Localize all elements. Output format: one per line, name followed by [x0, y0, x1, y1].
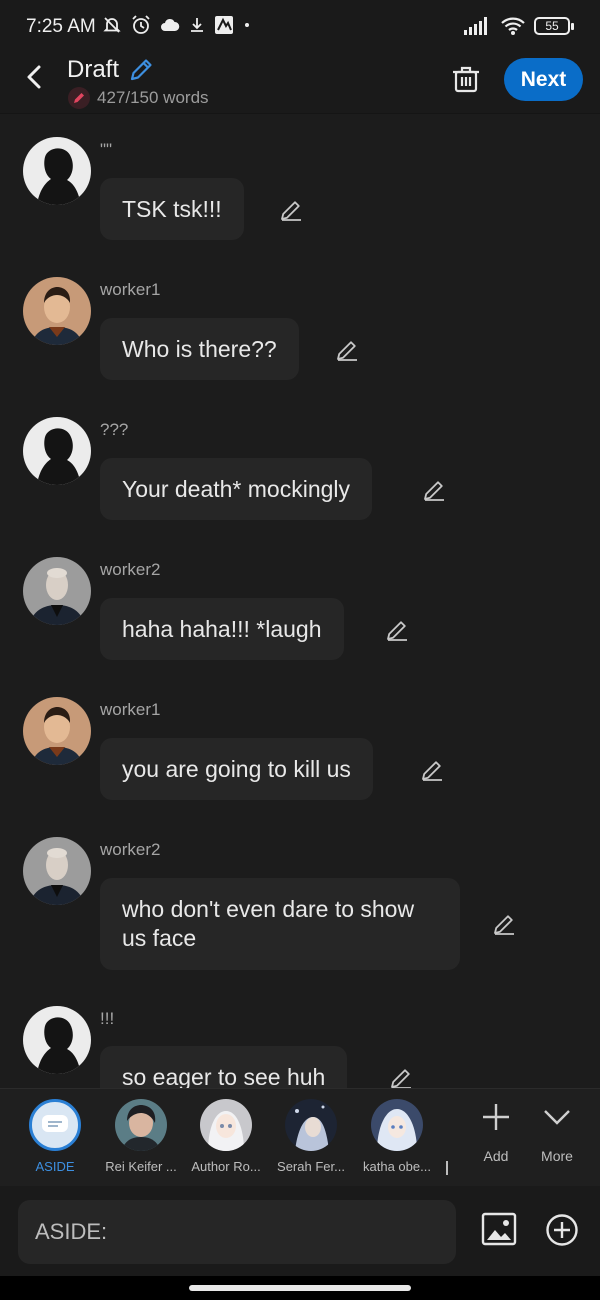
alarm-icon — [132, 15, 150, 34]
add-persona-button[interactable]: Add — [466, 1101, 526, 1164]
next-button[interactable]: Next — [504, 58, 583, 101]
word-count: 427/150 words — [97, 88, 209, 107]
persona-label: Author Ro... — [191, 1159, 261, 1174]
plus-icon — [483, 1104, 509, 1130]
message-author: "" — [100, 140, 113, 159]
persona-avatar — [200, 1099, 252, 1151]
download-icon — [191, 18, 203, 32]
mute-bell-icon — [103, 17, 121, 33]
persona-serah[interactable]: Serah Fer... — [268, 1099, 354, 1174]
add-circle-icon[interactable] — [545, 1213, 579, 1247]
dot-icon — [245, 23, 249, 27]
signal-icon — [464, 17, 487, 35]
composer-box — [18, 1200, 456, 1264]
avatar-worker2[interactable] — [23, 837, 91, 905]
persona-katha[interactable]: katha obe... — [354, 1099, 440, 1174]
wifi-icon — [501, 17, 525, 35]
app-header: Draft 427/150 words Next — [0, 52, 600, 114]
chevron-down-icon — [544, 1110, 570, 1125]
message-bubble[interactable]: haha haha!!! *laugh — [100, 598, 344, 660]
status-time: 7:25 AM — [26, 16, 96, 37]
trash-icon[interactable] — [452, 64, 480, 94]
message-bubble[interactable]: Your death* mockingly — [100, 458, 373, 520]
persona-label: ASIDE — [35, 1159, 75, 1174]
cloud-icon — [161, 18, 180, 31]
edit-message-icon[interactable] — [420, 758, 444, 782]
edit-message-icon[interactable] — [335, 338, 359, 362]
composer-area — [0, 1186, 600, 1276]
persona-avatar — [285, 1099, 337, 1151]
avatar-silhouette[interactable] — [23, 1006, 91, 1074]
word-count-row: 427/150 words — [67, 86, 209, 110]
avatar-worker1[interactable] — [23, 697, 91, 765]
app-notification-icon — [215, 16, 233, 34]
edit-message-icon[interactable] — [279, 198, 303, 222]
home-indicator[interactable] — [189, 1285, 411, 1291]
message-input[interactable] — [18, 1200, 456, 1264]
page-title: Draft — [67, 56, 120, 83]
add-label: Add — [483, 1148, 509, 1164]
persona-avatar — [371, 1099, 423, 1151]
edit-message-icon[interactable] — [385, 618, 409, 642]
more-personas-hint — [446, 1161, 448, 1175]
avatar-silhouette[interactable] — [23, 137, 91, 205]
status-bar: 7:25 AM 55 — [0, 0, 600, 52]
message-list[interactable]: "" TSK tsk!!! worker1 Who is there?? ???… — [0, 114, 600, 1088]
battery-icon: 55 — [534, 17, 574, 35]
avatar-silhouette[interactable] — [23, 417, 91, 485]
persona-label: Serah Fer... — [277, 1159, 345, 1174]
avatar-worker2[interactable] — [23, 557, 91, 625]
persona-bar: ASIDE Rei Keifer ... Author Ro... Serah … — [0, 1088, 600, 1186]
persona-label: Rei Keifer ... — [105, 1159, 177, 1174]
message-author: worker2 — [100, 840, 161, 859]
pencil-icon[interactable] — [127, 56, 155, 84]
edit-message-icon[interactable] — [492, 912, 516, 936]
persona-author[interactable]: Author Ro... — [183, 1099, 269, 1174]
back-arrow-icon[interactable] — [20, 62, 48, 92]
more-button[interactable]: More — [527, 1101, 587, 1164]
message-author: !!! — [100, 1009, 115, 1028]
system-nav-bar — [0, 1276, 600, 1300]
image-icon[interactable] — [481, 1212, 517, 1246]
avatar-worker1[interactable] — [23, 277, 91, 345]
persona-rei[interactable]: Rei Keifer ... — [98, 1099, 184, 1174]
message-author: worker1 — [100, 700, 161, 719]
edit-message-icon[interactable] — [422, 478, 446, 502]
more-label: More — [541, 1148, 573, 1164]
red-pencil-icon — [68, 87, 90, 109]
persona-avatar — [115, 1099, 167, 1151]
message-bubble[interactable]: you are going to kill us — [100, 738, 373, 800]
message-bubble[interactable]: TSK tsk!!! — [100, 178, 244, 240]
edit-message-icon[interactable] — [389, 1066, 413, 1088]
persona-aside[interactable]: ASIDE — [12, 1099, 98, 1174]
message-bubble[interactable]: Who is there?? — [100, 318, 299, 380]
message-bubble[interactable]: so eager to see huh — [100, 1046, 348, 1088]
message-bubble[interactable]: who don't even dare to show us face — [100, 878, 460, 970]
battery-level: 55 — [545, 19, 559, 33]
message-author: worker1 — [100, 280, 161, 299]
message-author: worker2 — [100, 560, 161, 579]
message-author: ??? — [100, 420, 129, 439]
aside-chat-icon — [29, 1099, 81, 1151]
persona-label: katha obe... — [363, 1159, 431, 1174]
